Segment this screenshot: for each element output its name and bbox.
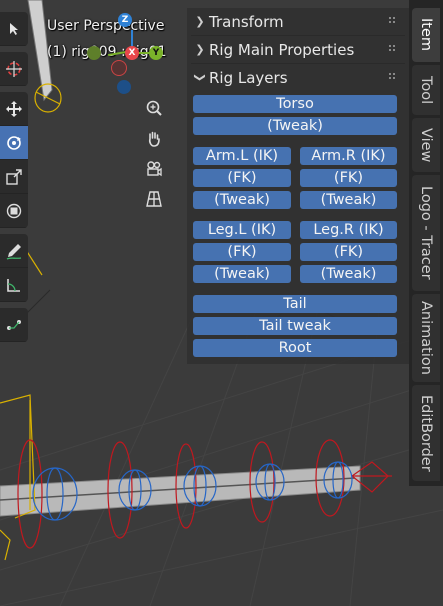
rotate-icon xyxy=(7,135,21,150)
layer-arm-r-fk-button[interactable]: (FK) xyxy=(300,169,397,187)
transform-tool[interactable] xyxy=(0,194,28,228)
cursor-arrow-icon xyxy=(10,22,18,35)
sidebar-panel: ❯ Transform ❯ Rig Main Properties ❯ Rig … xyxy=(187,8,409,364)
layer-torso-button[interactable]: Torso xyxy=(193,95,397,113)
scale-tool[interactable] xyxy=(0,160,28,194)
tab-item[interactable]: Item xyxy=(412,8,440,62)
gizmo-z-axis[interactable]: Z xyxy=(118,13,132,27)
tab-logo-tracer[interactable]: Logo - Tracer xyxy=(412,175,440,291)
rotate-tool[interactable] xyxy=(0,126,28,160)
layer-torso-tweak-button[interactable]: (Tweak) xyxy=(193,117,397,135)
drag-grip-icon[interactable] xyxy=(389,45,399,55)
tab-editborder-label: EditBorder xyxy=(418,394,434,472)
tab-animation[interactable]: Animation xyxy=(412,294,440,382)
chevron-down-icon: ❯ xyxy=(193,72,207,83)
camera-button[interactable] xyxy=(141,156,167,182)
layer-leg-l-tweak-button[interactable]: (Tweak) xyxy=(193,265,291,283)
rig-layers-panel-title: Rig Layers xyxy=(209,68,288,87)
layer-arm-l-tweak-button[interactable]: (Tweak) xyxy=(193,191,291,209)
grid-perspective-icon xyxy=(146,191,162,207)
layer-leg-r-ik-button[interactable]: Leg.R (IK) xyxy=(300,221,397,239)
tool-shelf xyxy=(0,12,28,348)
tab-editborder[interactable]: EditBorder xyxy=(412,385,440,481)
scale-icon xyxy=(6,168,22,185)
tab-logo-tracer-label: Logo - Tracer xyxy=(418,186,434,280)
chevron-right-icon: ❯ xyxy=(195,43,205,56)
cursor-tool[interactable] xyxy=(0,52,28,86)
move-tool[interactable] xyxy=(0,92,28,126)
gizmo-x-axis[interactable]: X xyxy=(125,46,139,60)
layer-leg-l-fk-button[interactable]: (FK) xyxy=(193,243,291,261)
chevron-right-icon: ❯ xyxy=(195,15,205,28)
zoom-button[interactable] xyxy=(141,96,167,122)
tab-view[interactable]: View xyxy=(412,118,440,172)
gizmo-y-axis[interactable]: Y xyxy=(149,46,163,60)
transform-panel-header[interactable]: ❯ Transform xyxy=(187,8,409,35)
layer-leg-r-tweak-button[interactable]: (Tweak) xyxy=(300,265,397,283)
layer-leg-l-ik-button[interactable]: Leg.L (IK) xyxy=(193,221,291,239)
measure-tool[interactable] xyxy=(0,268,28,302)
layer-arm-r-ik-button[interactable]: Arm.R (IK) xyxy=(300,147,397,165)
layer-arm-l-ik-button[interactable]: Arm.L (IK) xyxy=(193,147,291,165)
annotate-tool[interactable] xyxy=(0,234,28,268)
hand-icon xyxy=(148,131,160,147)
move-arrows-icon xyxy=(6,100,22,117)
tab-item-label: Item xyxy=(418,18,434,52)
select-box-tool[interactable] xyxy=(0,12,28,46)
transform-panel-title: Transform xyxy=(209,12,284,31)
bone-envelope-tool[interactable] xyxy=(0,308,28,342)
layer-tail-tweak-button[interactable]: Tail tweak xyxy=(193,317,397,335)
rig-main-properties-panel-header[interactable]: ❯ Rig Main Properties xyxy=(187,36,409,63)
layer-tail-button[interactable]: Tail xyxy=(193,295,397,313)
gizmo-neg-z-axis[interactable] xyxy=(117,80,131,94)
layer-arm-r-tweak-button[interactable]: (Tweak) xyxy=(300,191,397,209)
tab-animation-label: Animation xyxy=(418,301,434,375)
tab-tool-label: Tool xyxy=(418,75,434,105)
drag-grip-icon[interactable] xyxy=(389,73,399,83)
pan-button[interactable] xyxy=(141,126,167,152)
tab-view-label: View xyxy=(418,127,434,163)
drag-grip-icon[interactable] xyxy=(389,17,399,27)
transform-icon xyxy=(6,203,22,218)
gizmo-neg-x-axis[interactable] xyxy=(111,60,127,76)
zoom-icon xyxy=(146,100,162,116)
3d-cursor-icon xyxy=(6,60,22,77)
camera-icon xyxy=(147,161,162,177)
gizmo-neg-y-axis[interactable] xyxy=(87,46,101,60)
rig-main-properties-panel-title: Rig Main Properties xyxy=(209,40,355,59)
tab-tool[interactable]: Tool xyxy=(412,65,440,115)
rig-layers-panel-header[interactable]: ❯ Rig Layers xyxy=(187,64,409,91)
layer-leg-r-fk-button[interactable]: (FK) xyxy=(300,243,397,261)
layer-root-button[interactable]: Root xyxy=(193,339,397,357)
bone-envelope-icon xyxy=(7,319,21,330)
layer-arm-l-fk-button[interactable]: (FK) xyxy=(193,169,291,187)
navigation-gizmo[interactable]: Z X Y xyxy=(86,12,176,102)
perspective-toggle-button[interactable] xyxy=(141,186,167,212)
pencil-icon xyxy=(6,243,22,260)
sidebar-tab-strip: Item Tool View Logo - Tracer Animation E… xyxy=(409,0,443,486)
ruler-icon xyxy=(7,278,20,292)
